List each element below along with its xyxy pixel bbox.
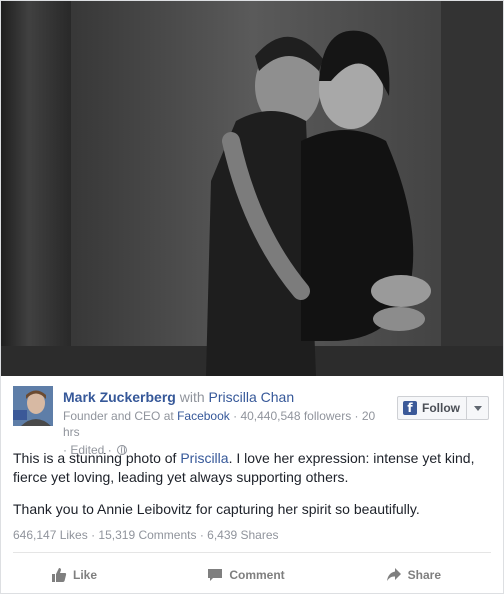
thumbs-up-icon	[52, 568, 67, 582]
comments-count[interactable]: · 15,319 Comments	[91, 528, 196, 542]
company-link[interactable]: Facebook	[177, 409, 230, 423]
share-button[interactable]: Share	[311, 557, 503, 593]
comment-label: Comment	[229, 568, 285, 582]
mention-priscilla-link[interactable]: Priscilla	[180, 450, 228, 466]
like-button[interactable]: Like	[1, 557, 181, 593]
author-name-link[interactable]: Mark Zuckerberg	[63, 389, 176, 405]
likes-count[interactable]: 646,147 Likes	[13, 528, 88, 542]
caret-down-icon	[473, 405, 482, 411]
author-subtitle: Founder and CEO at Facebook · 40,440,548…	[63, 408, 393, 440]
author-avatar[interactable]	[13, 386, 53, 426]
post-meta: Mark Zuckerberg with Priscilla Chan Foun…	[63, 388, 393, 458]
post-actions: Like Comment Share	[1, 557, 503, 593]
post-text: This is a stunning photo of Priscilla. I…	[13, 449, 493, 532]
with-text: with	[179, 389, 205, 405]
follow-button-group: f Follow	[397, 396, 489, 420]
post-card: Mark Zuckerberg with Priscilla Chan Foun…	[0, 0, 504, 594]
post-paragraph-1: This is a stunning photo of Priscilla. I…	[13, 449, 493, 487]
follow-label: Follow	[422, 401, 460, 415]
author-line: Mark Zuckerberg with Priscilla Chan	[63, 388, 393, 406]
post-header: Mark Zuckerberg with Priscilla Chan Foun…	[1, 376, 503, 457]
shares-count[interactable]: · 6,439 Shares	[200, 528, 279, 542]
stats-divider	[13, 552, 491, 553]
comment-button[interactable]: Comment	[181, 557, 311, 593]
post-paragraph-1-start: This is a stunning photo of	[13, 450, 181, 466]
share-arrow-icon	[386, 568, 401, 581]
author-title: Founder and CEO at	[63, 409, 174, 423]
follow-options-dropdown[interactable]	[467, 397, 488, 419]
post-photo[interactable]	[1, 1, 503, 376]
post-paragraph-2: Thank you to Annie Leibovitz for capturi…	[13, 501, 420, 517]
post-photo-image	[1, 1, 503, 376]
facebook-f-icon: f	[403, 401, 417, 415]
follow-button[interactable]: f Follow	[398, 397, 467, 419]
author-avatar-image	[13, 386, 53, 426]
comment-icon	[208, 569, 223, 581]
post-stats: 646,147 Likes · 15,319 Comments · 6,439 …	[13, 528, 279, 542]
like-label: Like	[73, 568, 98, 582]
share-label: Share	[407, 568, 441, 582]
tagged-person-link[interactable]: Priscilla Chan	[209, 389, 295, 405]
